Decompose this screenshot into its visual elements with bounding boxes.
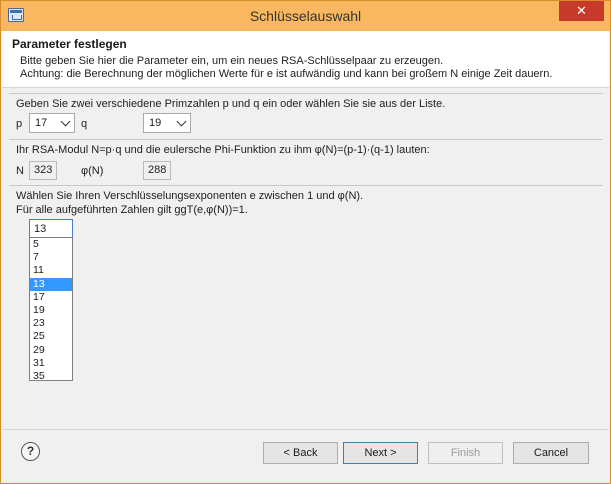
title-bar: Schlüsselauswahl ✕ xyxy=(1,1,610,31)
modulus-instruction: Ihr RSA-Modul N=p·q und die eulersche Ph… xyxy=(16,144,430,156)
list-item[interactable]: 31 xyxy=(30,357,72,370)
description-line-1: Bitte geben Sie hier die Parameter ein, … xyxy=(20,55,444,67)
e-value: 13 xyxy=(34,223,47,235)
list-item[interactable]: 5 xyxy=(30,238,72,251)
chevron-down-icon xyxy=(176,116,187,127)
primes-instruction: Geben Sie zwei verschiedene Primzahlen p… xyxy=(16,98,446,110)
list-item[interactable]: 13 xyxy=(30,277,72,291)
description-line-2: Achtung: die Berechnung der möglichen We… xyxy=(20,68,553,80)
help-icon[interactable]: ? xyxy=(21,442,40,461)
phi-label: φ(N) xyxy=(81,165,104,177)
phi-value-field: 288 xyxy=(143,161,171,180)
n-label: N xyxy=(16,165,24,177)
chevron-down-icon xyxy=(60,116,71,127)
back-button[interactable]: < Back xyxy=(263,442,338,464)
cancel-button[interactable]: Cancel xyxy=(513,442,589,464)
p-value: 17 xyxy=(35,117,48,129)
exponent-section xyxy=(9,185,603,186)
list-item[interactable]: 19 xyxy=(30,304,72,317)
q-label: q xyxy=(81,118,88,130)
page-description: Bitte geben Sie hier die Parameter ein, … xyxy=(20,55,552,81)
footer-divider xyxy=(2,429,609,430)
exponent-instruction-1: Wählen Sie Ihren Verschlüsselungsexponen… xyxy=(16,190,364,202)
next-button[interactable]: Next > xyxy=(343,442,418,464)
window-title: Schlüsselauswahl xyxy=(249,8,362,24)
e-input[interactable]: 13 xyxy=(29,219,73,239)
wizard-header: Parameter festlegen Bitte geben Sie hier… xyxy=(2,31,609,88)
close-button[interactable]: ✕ xyxy=(559,1,604,21)
list-item[interactable]: 11 xyxy=(30,264,72,277)
q-value: 19 xyxy=(149,117,162,129)
n-value-field: 323 xyxy=(29,161,57,180)
list-item[interactable]: 7 xyxy=(30,251,72,264)
p-label: p xyxy=(16,118,23,130)
e-options-list[interactable]: 5 7 11 13 17 19 23 25 29 31 35 xyxy=(29,237,73,381)
finish-button: Finish xyxy=(428,442,503,464)
dialog-window: Schlüsselauswahl ✕ Parameter festlegen B… xyxy=(0,0,611,484)
modulus-section xyxy=(9,139,603,140)
list-item[interactable]: 17 xyxy=(30,291,72,304)
p-combobox[interactable]: 17 xyxy=(29,113,75,133)
page-title: Parameter festlegen xyxy=(12,37,127,51)
wizard-body xyxy=(2,89,609,429)
list-item[interactable]: 23 xyxy=(30,317,72,330)
list-item[interactable]: 25 xyxy=(30,330,72,343)
exponent-instruction-2: Für alle aufgeführten Zahlen gilt ggT(e,… xyxy=(16,204,248,216)
q-combobox[interactable]: 19 xyxy=(143,113,191,133)
primes-section xyxy=(9,93,603,94)
list-item[interactable]: 29 xyxy=(30,344,72,357)
list-item[interactable]: 35 xyxy=(30,370,72,380)
